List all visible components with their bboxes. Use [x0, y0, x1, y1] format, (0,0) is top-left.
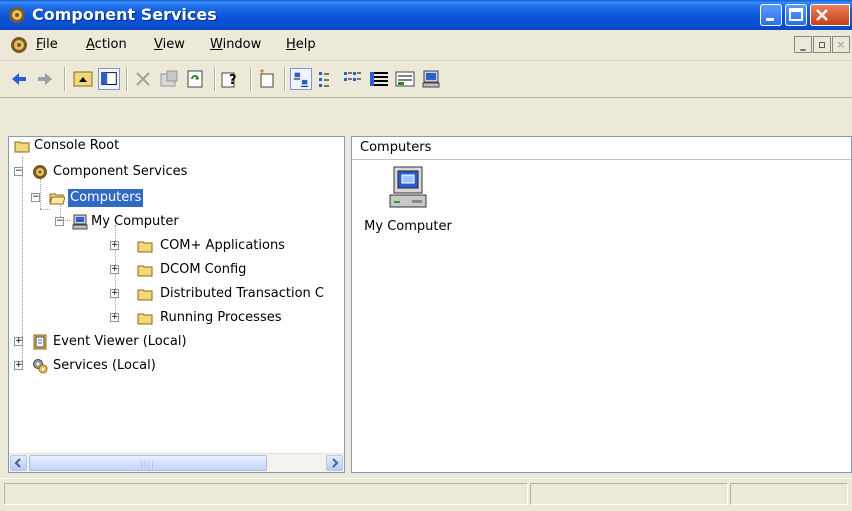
scrollbar-thumb[interactable]: |||| [29, 455, 267, 471]
close-button[interactable] [810, 4, 850, 26]
child-restore-button[interactable]: ▫ [813, 36, 831, 53]
up-folder-icon[interactable] [72, 68, 94, 90]
tree-node-running-processes[interactable]: + Running Processes [9, 309, 339, 327]
tree-node-console-root[interactable]: Console Root [9, 137, 339, 155]
menu-action[interactable]: Action [86, 37, 127, 52]
toolbar-separator [214, 67, 216, 91]
tree-node-my-computer[interactable]: − My Computer [9, 213, 339, 231]
new-window-icon[interactable] [256, 68, 278, 90]
folder-icon [137, 241, 153, 253]
menu-bar: File Action View Window Help _ ▫ × [0, 30, 852, 61]
folder-icon [137, 289, 153, 301]
chevron-right-icon [332, 458, 339, 468]
toolbar-separator [250, 67, 252, 91]
properties-icon[interactable] [158, 68, 180, 90]
tree-connector [40, 209, 50, 210]
maximize-icon [789, 8, 803, 21]
chevron-left-icon [14, 458, 21, 468]
status-panel-3 [730, 483, 848, 505]
child-close-button[interactable]: × [832, 36, 850, 53]
details-view-icon[interactable] [368, 68, 390, 90]
toolbar-separator [64, 67, 66, 91]
folder-icon [137, 313, 153, 325]
menu-help[interactable]: Help [286, 37, 316, 52]
menu-file[interactable]: File [36, 37, 58, 52]
small-icons-view-icon[interactable] [316, 68, 338, 90]
tree-node-services[interactable]: + Services (Local) [9, 357, 339, 375]
computer-icon [72, 214, 88, 230]
tree-node-com-plus-applications[interactable]: + COM+ Applications [9, 237, 339, 255]
my-computer-large-icon [389, 166, 427, 208]
component-services-icon [33, 165, 47, 179]
window-title: Component Services [32, 5, 217, 24]
results-pane-header: Computers [352, 137, 851, 160]
status-panel-2 [530, 483, 728, 505]
show-hide-console-tree-icon[interactable] [98, 68, 120, 90]
list-view-icon[interactable] [342, 68, 364, 90]
scroll-grip-icon: |||| [140, 460, 155, 469]
minimize-button[interactable] [760, 4, 782, 26]
menu-window[interactable]: Window [210, 37, 261, 52]
title-bar: Component Services [0, 0, 852, 30]
item-my-computer[interactable]: My Computer [360, 165, 456, 234]
help-icon[interactable]: ? [220, 68, 242, 90]
tree-expander-expand[interactable]: + [110, 265, 119, 274]
refresh-icon[interactable] [184, 68, 206, 90]
status-panel-main [4, 483, 528, 505]
tree-node-event-viewer[interactable]: + Event Viewer (Local) [9, 333, 339, 351]
folder-icon [14, 141, 30, 153]
tree-expander-expand[interactable]: + [110, 313, 119, 322]
tree-expander-expand[interactable]: + [110, 241, 119, 250]
open-folder-icon [49, 193, 65, 205]
tree-expander-collapse[interactable]: − [55, 217, 64, 226]
toolbar: ? [0, 61, 852, 98]
folder-icon [137, 265, 153, 277]
svg-text:?: ? [229, 73, 237, 88]
tree-horizontal-scrollbar[interactable]: |||| [9, 453, 344, 472]
results-pane-title: Computers [360, 140, 432, 155]
minimize-icon [766, 18, 774, 21]
scroll-right-button[interactable] [326, 455, 343, 471]
tree-expander-expand[interactable]: + [14, 337, 23, 346]
tree-node-computers[interactable]: − Computers [9, 188, 339, 208]
large-icons-view-icon[interactable] [290, 68, 312, 90]
tree-expander-expand[interactable]: + [110, 289, 119, 298]
tree-node-component-services[interactable]: − Component Services [9, 163, 339, 181]
toolbar-separator [126, 67, 128, 91]
child-minimize-button[interactable]: _ [794, 36, 812, 53]
scroll-left-button[interactable] [10, 455, 27, 471]
toolbar-separator [284, 67, 286, 91]
event-viewer-icon [33, 334, 47, 350]
back-arrow-icon[interactable] [8, 68, 30, 90]
my-computer-toolbar-icon[interactable] [420, 68, 442, 90]
tree-expander-collapse[interactable]: − [31, 193, 40, 202]
component-services-icon [9, 7, 25, 23]
forward-arrow-icon[interactable] [34, 68, 56, 90]
results-pane[interactable]: Computers My Computer [351, 136, 852, 473]
menu-view[interactable]: View [154, 37, 185, 52]
close-icon [816, 9, 828, 21]
component-services-menu-icon[interactable] [10, 36, 28, 54]
status-view-icon[interactable] [394, 68, 416, 90]
tree-expander-expand[interactable]: + [14, 361, 23, 370]
console-tree[interactable]: Console Root − Component Services − Comp… [8, 136, 345, 473]
tree-node-dcom-config[interactable]: + DCOM Config [9, 261, 339, 279]
maximize-button[interactable] [785, 4, 807, 26]
tree-node-distributed-transaction[interactable]: + Distributed Transaction C [9, 285, 339, 303]
tree-expander-collapse[interactable]: − [14, 167, 23, 176]
status-bar [0, 478, 852, 511]
delete-icon[interactable] [132, 68, 154, 90]
services-gears-icon [33, 359, 48, 374]
